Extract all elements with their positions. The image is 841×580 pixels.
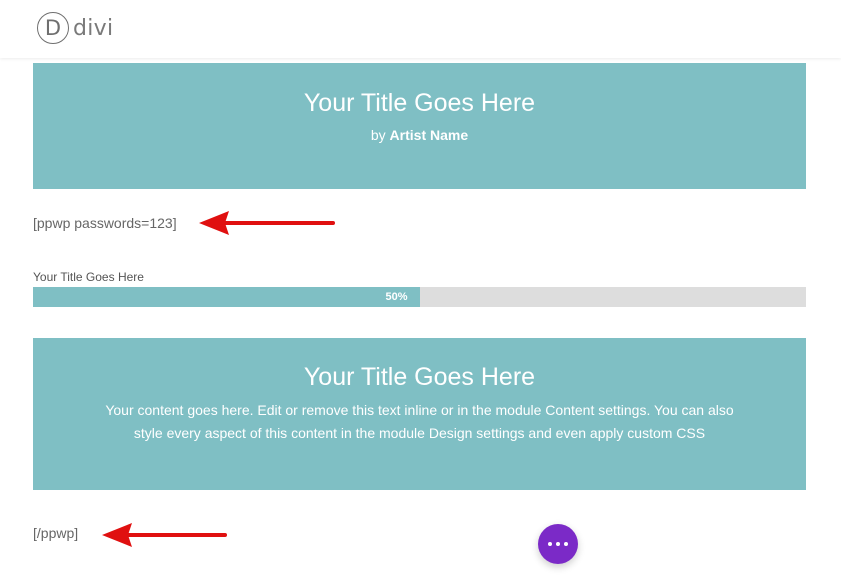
hero-title: Your Title Goes Here (303, 89, 536, 117)
progress-bar-label: Your Title Goes Here (33, 270, 144, 284)
more-horizontal-icon (556, 542, 560, 546)
more-horizontal-icon (548, 542, 552, 546)
divi-logo-mark: D (37, 12, 69, 44)
hero-body-text: Your content goes here. Edit or remove t… (105, 402, 734, 441)
progress-bar-fill: 50% (33, 287, 420, 307)
hero-section-artist: Your Title Goes Here by Artist Name (33, 63, 806, 189)
hero-title: Your Title Goes Here (303, 363, 536, 391)
red-arrow-icon (199, 211, 335, 235)
hero-section-content: Your Title Goes Here Your content goes h… (33, 338, 806, 490)
progress-bar: 50% (33, 287, 806, 307)
divi-logo-text: divi (73, 15, 114, 41)
red-arrow-icon (102, 523, 227, 547)
progress-percent: 50% (385, 291, 408, 303)
shortcode-open: [ppwp passwords=123] (33, 215, 177, 231)
hero-byline: by Artist Name (33, 126, 806, 144)
byline-prefix: by (370, 127, 386, 143)
artist-name: Artist Name (389, 127, 469, 143)
builder-menu-button[interactable] (538, 524, 578, 564)
divi-logo[interactable]: D divi (37, 10, 113, 46)
top-header: D divi (0, 0, 841, 58)
shortcode-close: [/ppwp] (33, 525, 79, 541)
more-horizontal-icon (564, 542, 568, 546)
